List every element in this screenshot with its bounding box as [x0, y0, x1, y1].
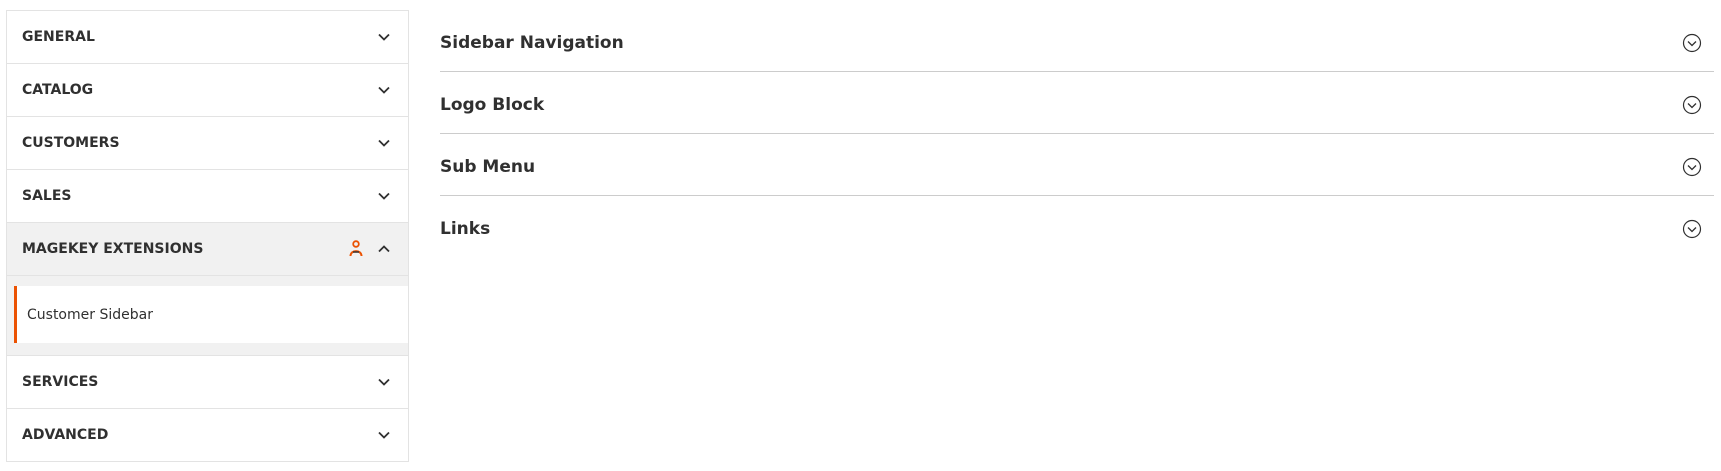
sidebar-section-label: GENERAL: [22, 29, 95, 45]
group-title: Sidebar Navigation: [440, 32, 624, 53]
sidebar-section-label: SALES: [22, 188, 72, 204]
config-sidebar: GENERAL CATALOG CUSTOMERS SALES MAGEKEY …: [6, 10, 409, 462]
group-links[interactable]: Links: [440, 196, 1714, 258]
sidebar-submenu: Customer Sidebar: [7, 276, 408, 356]
magekey-logo-icon: [349, 240, 363, 257]
group-title: Sub Menu: [440, 156, 536, 177]
chevron-up-icon: [378, 245, 390, 253]
sidebar-item-label: Customer Sidebar: [27, 306, 153, 323]
sidebar-section-catalog[interactable]: CATALOG: [7, 64, 408, 117]
sidebar-section-magekey-extensions[interactable]: MAGEKEY EXTENSIONS: [7, 223, 408, 276]
config-groups: Sidebar Navigation Logo Block Sub Menu L…: [440, 10, 1714, 258]
group-sidebar-navigation[interactable]: Sidebar Navigation: [440, 10, 1714, 72]
group-title: Logo Block: [440, 94, 545, 115]
chevron-down-icon: [378, 33, 390, 41]
group-logo-block[interactable]: Logo Block: [440, 72, 1714, 134]
chevron-down-icon: [378, 86, 390, 94]
chevron-down-icon: [378, 192, 390, 200]
sidebar-section-services[interactable]: SERVICES: [7, 356, 408, 409]
sidebar-section-advanced[interactable]: ADVANCED: [7, 409, 408, 462]
circle-chevron-down-icon[interactable]: [1682, 157, 1702, 177]
sidebar-section-customers[interactable]: CUSTOMERS: [7, 117, 408, 170]
sidebar-section-general[interactable]: GENERAL: [7, 11, 408, 64]
chevron-down-icon: [378, 431, 390, 439]
sidebar-section-sales[interactable]: SALES: [7, 170, 408, 223]
group-title: Links: [440, 219, 491, 239]
circle-chevron-down-icon[interactable]: [1682, 219, 1702, 239]
page: GENERAL CATALOG CUSTOMERS SALES MAGEKEY …: [0, 0, 1721, 471]
circle-chevron-down-icon[interactable]: [1682, 95, 1702, 115]
chevron-down-icon: [378, 139, 390, 147]
sidebar-section-label: CATALOG: [22, 82, 94, 98]
sidebar-section-label: ADVANCED: [22, 427, 109, 443]
group-sub-menu[interactable]: Sub Menu: [440, 134, 1714, 196]
sidebar-section-label: SERVICES: [22, 374, 99, 390]
sidebar-section-label: CUSTOMERS: [22, 135, 120, 151]
circle-chevron-down-icon[interactable]: [1682, 33, 1702, 53]
sidebar-item-customer-sidebar[interactable]: Customer Sidebar: [14, 286, 408, 343]
chevron-down-icon: [378, 378, 390, 386]
